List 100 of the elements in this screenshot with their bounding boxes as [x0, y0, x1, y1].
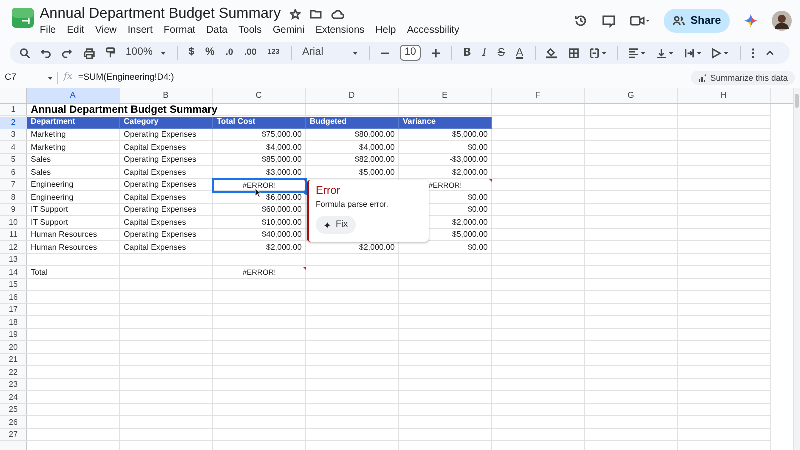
align-left-icon[interactable] [629, 48, 646, 58]
borders-icon[interactable] [568, 48, 579, 58]
table-cell: Operating Expenses [124, 129, 196, 142]
search-icon[interactable] [20, 48, 30, 58]
row-number[interactable]: 9 [0, 204, 27, 216]
undo-icon[interactable] [41, 48, 52, 58]
currency-button[interactable]: $ [188, 45, 195, 61]
text-wrap-icon[interactable] [684, 48, 702, 58]
row-number[interactable]: 10 [0, 216, 27, 229]
decrease-decimal-button[interactable]: .0 [226, 46, 234, 60]
formula-field[interactable]: =SUM(Engineering!D4:) [78, 71, 174, 85]
row-number[interactable]: 3 [0, 129, 27, 142]
menu-item[interactable]: View [95, 26, 117, 36]
row-number[interactable]: 2 [0, 116, 27, 129]
fix-button[interactable]: Fix [316, 216, 356, 234]
row-number[interactable]: 1 [0, 104, 27, 116]
row-number[interactable]: 5 [0, 154, 27, 166]
paint-roller-icon[interactable] [106, 47, 115, 59]
history-icon[interactable] [574, 14, 588, 28]
table-cell: -$3,000.00 [450, 154, 488, 166]
more-options-icon[interactable] [752, 48, 755, 58]
increase-decimal-button[interactable]: .00 [244, 46, 257, 60]
row-number[interactable]: 18 [0, 316, 27, 329]
fx-label: fx [64, 71, 72, 84]
table-cell: Capital Expenses [124, 242, 186, 254]
row-number[interactable]: 15 [0, 279, 27, 292]
menu-item[interactable]: Insert [128, 26, 153, 36]
row-number[interactable]: 4 [0, 142, 27, 154]
table-cell: $10,000.00 [262, 216, 302, 229]
printer-icon[interactable] [84, 48, 95, 58]
table-cell: IT Support [31, 216, 68, 229]
sparkle-icon[interactable] [744, 14, 758, 28]
row-number[interactable]: 7 [0, 179, 27, 192]
menu-item[interactable]: Gemini [273, 26, 305, 36]
row-number[interactable]: 11 [0, 229, 27, 242]
menu-item[interactable]: Help [376, 26, 396, 36]
table-cell: $85,000.00 [262, 154, 302, 166]
collapse-icon[interactable] [766, 50, 774, 56]
table-cell: $75,000.00 [262, 129, 302, 142]
row-number[interactable]: 27 [0, 429, 27, 442]
row-number[interactable]: 21 [0, 354, 27, 366]
table-cell: IT Support [31, 204, 68, 216]
row-number[interactable]: 6 [0, 166, 27, 179]
font-size-field[interactable]: 10 [400, 45, 421, 61]
menu-item[interactable]: Extensions [316, 26, 365, 36]
share-button[interactable]: Share [664, 9, 730, 33]
fill-color-icon[interactable] [546, 47, 558, 59]
row-number[interactable]: 20 [0, 342, 27, 354]
redo-icon[interactable] [62, 48, 73, 58]
text-rotation-icon[interactable] [712, 48, 729, 58]
strikethrough-button[interactable]: S [498, 44, 506, 62]
column-header[interactable]: H [678, 88, 771, 103]
row-number[interactable]: 17 [0, 304, 27, 316]
comment-icon[interactable] [602, 14, 616, 28]
percent-button[interactable]: % [206, 45, 215, 61]
column-header[interactable]: D [306, 88, 399, 103]
row-number[interactable]: 24 [0, 392, 27, 404]
menu-item[interactable]: Tools [238, 26, 262, 36]
sheets-logo-icon[interactable] [12, 8, 34, 28]
document-title[interactable]: Annual Department Budget Summary [40, 6, 281, 22]
row-number[interactable]: 22 [0, 366, 27, 379]
column-header[interactable]: E [399, 88, 492, 103]
row-number[interactable]: 19 [0, 329, 27, 342]
menu-item[interactable]: Data [206, 26, 228, 36]
table-cell: $4,000.00 [266, 142, 302, 154]
row-number[interactable]: 23 [0, 379, 27, 392]
video-camera-icon[interactable] [630, 15, 650, 27]
bold-button[interactable]: B [463, 44, 472, 62]
name-box[interactable]: C7 [5, 71, 57, 85]
folder-icon[interactable] [310, 9, 322, 19]
row-number[interactable]: 13 [0, 254, 27, 266]
menu-item[interactable]: Accessbility [407, 26, 460, 36]
row-number[interactable]: 12 [0, 242, 27, 254]
font-dropdown[interactable]: Arial [302, 45, 358, 61]
column-header[interactable]: A [27, 88, 120, 103]
plus-icon[interactable] [432, 48, 440, 58]
header-cell: Variance [399, 116, 492, 129]
row-number[interactable]: 14 [0, 266, 27, 279]
italic-button[interactable]: I [482, 44, 487, 62]
row-number[interactable]: 16 [0, 292, 27, 304]
column-header[interactable]: B [120, 88, 213, 103]
column-header[interactable]: C [213, 88, 306, 103]
header-cell: Total Cost [213, 116, 306, 129]
zoom-dropdown[interactable]: 100% [126, 45, 166, 61]
avatar-icon[interactable] [772, 11, 792, 31]
menu-item[interactable]: Edit [67, 26, 84, 36]
align-bottom-icon[interactable] [656, 48, 674, 58]
text-color-button[interactable]: A [516, 44, 524, 62]
row-number[interactable]: 26 [0, 416, 27, 429]
caret-icon [353, 52, 358, 54]
row-number[interactable]: 8 [0, 192, 27, 204]
column-header[interactable]: G [585, 88, 678, 103]
summarize-button[interactable]: Summarize this data [690, 71, 795, 85]
star-icon[interactable] [290, 8, 301, 20]
merge-cells-icon[interactable] [590, 48, 606, 58]
cloud-icon[interactable] [331, 10, 344, 18]
column-header[interactable]: F [492, 88, 585, 103]
menu-item[interactable]: File [40, 26, 56, 36]
row-number[interactable]: 25 [0, 404, 27, 416]
menu-item[interactable]: Format [164, 26, 196, 36]
